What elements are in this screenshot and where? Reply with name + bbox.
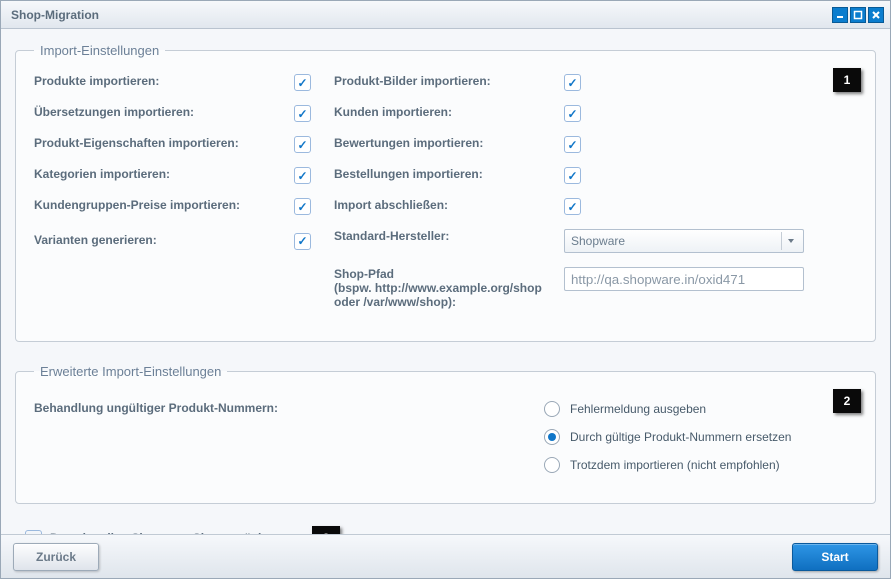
maximize-icon bbox=[853, 10, 863, 20]
supplier-selected-value: Shopware bbox=[571, 234, 625, 248]
shoppath-input[interactable] bbox=[564, 267, 804, 291]
checkbox-customers[interactable] bbox=[564, 105, 581, 122]
callout-badge-2: 2 bbox=[833, 389, 861, 413]
footer: Zurück Start bbox=[1, 534, 890, 578]
titlebar: Shop-Migration bbox=[1, 1, 890, 29]
checkbox-variants[interactable] bbox=[294, 233, 311, 250]
close-icon bbox=[871, 10, 881, 20]
label-supplier: Standard-Hersteller: bbox=[334, 229, 564, 253]
checkbox-finish[interactable] bbox=[564, 198, 581, 215]
supplier-select[interactable]: Shopware bbox=[564, 229, 804, 253]
advanced-settings-panel: Erweiterte Import-Einstellungen 2 Behand… bbox=[15, 364, 876, 504]
label-ratings: Bewertungen importieren: bbox=[334, 136, 564, 153]
label-products: Produkte importieren: bbox=[34, 74, 294, 91]
reset-row: Den aktuellen Shopware-Shop zurücksetzen… bbox=[25, 526, 876, 534]
chevron-down-icon bbox=[781, 232, 799, 250]
checkbox-translations[interactable] bbox=[294, 105, 311, 122]
label-prices: Kundengruppen-Preise importieren: bbox=[34, 198, 294, 215]
radio-force[interactable] bbox=[544, 457, 560, 473]
checkbox-ratings[interactable] bbox=[564, 136, 581, 153]
label-shoppath: Shop-Pfad (bspw. http://www.example.org/… bbox=[334, 267, 564, 309]
maximize-button[interactable] bbox=[850, 7, 866, 23]
label-properties: Produkt-Eigenschaften importieren: bbox=[34, 136, 294, 153]
radio-replace[interactable] bbox=[544, 429, 560, 445]
invalid-numbers-radio-group: Fehlermeldung ausgeben Durch gültige Pro… bbox=[544, 401, 857, 485]
radio-error[interactable] bbox=[544, 401, 560, 417]
advanced-settings-legend: Erweiterte Import-Einstellungen bbox=[34, 364, 227, 379]
minimize-button[interactable] bbox=[832, 7, 848, 23]
shop-migration-window: Shop-Migration Import-Einstellungen 1 Pr… bbox=[0, 0, 891, 579]
radio-error-label: Fehlermeldung ausgeben bbox=[570, 402, 706, 416]
window-title: Shop-Migration bbox=[11, 8, 99, 22]
back-button[interactable]: Zurück bbox=[13, 543, 99, 571]
callout-badge-1: 1 bbox=[833, 68, 861, 92]
checkbox-orders[interactable] bbox=[564, 167, 581, 184]
checkbox-categories[interactable] bbox=[294, 167, 311, 184]
radio-force-label: Trotzdem importieren (nicht empfohlen) bbox=[570, 458, 780, 472]
checkbox-images[interactable] bbox=[564, 74, 581, 91]
window-controls bbox=[832, 7, 884, 23]
label-customers: Kunden importieren: bbox=[334, 105, 564, 122]
label-orders: Bestellungen importieren: bbox=[334, 167, 564, 184]
start-button[interactable]: Start bbox=[792, 543, 878, 571]
close-button[interactable] bbox=[868, 7, 884, 23]
label-finish: Import abschließen: bbox=[334, 198, 564, 215]
checkbox-prices[interactable] bbox=[294, 198, 311, 215]
body: Import-Einstellungen 1 Produkte importie… bbox=[1, 29, 890, 534]
label-categories: Kategorien importieren: bbox=[34, 167, 294, 184]
minimize-icon bbox=[835, 10, 845, 20]
import-settings-legend: Import-Einstellungen bbox=[34, 43, 165, 58]
callout-badge-3: 3 bbox=[312, 526, 340, 534]
label-images: Produkt-Bilder importieren: bbox=[334, 74, 564, 91]
label-invalid-numbers: Behandlung ungültiger Produkt-Nummern: bbox=[34, 401, 334, 485]
radio-replace-label: Durch gültige Produkt-Nummern ersetzen bbox=[570, 430, 791, 444]
checkbox-products[interactable] bbox=[294, 74, 311, 91]
label-variants: Varianten generieren: bbox=[34, 233, 294, 250]
checkbox-properties[interactable] bbox=[294, 136, 311, 153]
import-settings-panel: Import-Einstellungen 1 Produkte importie… bbox=[15, 43, 876, 342]
label-translations: Übersetzungen importieren: bbox=[34, 105, 294, 122]
